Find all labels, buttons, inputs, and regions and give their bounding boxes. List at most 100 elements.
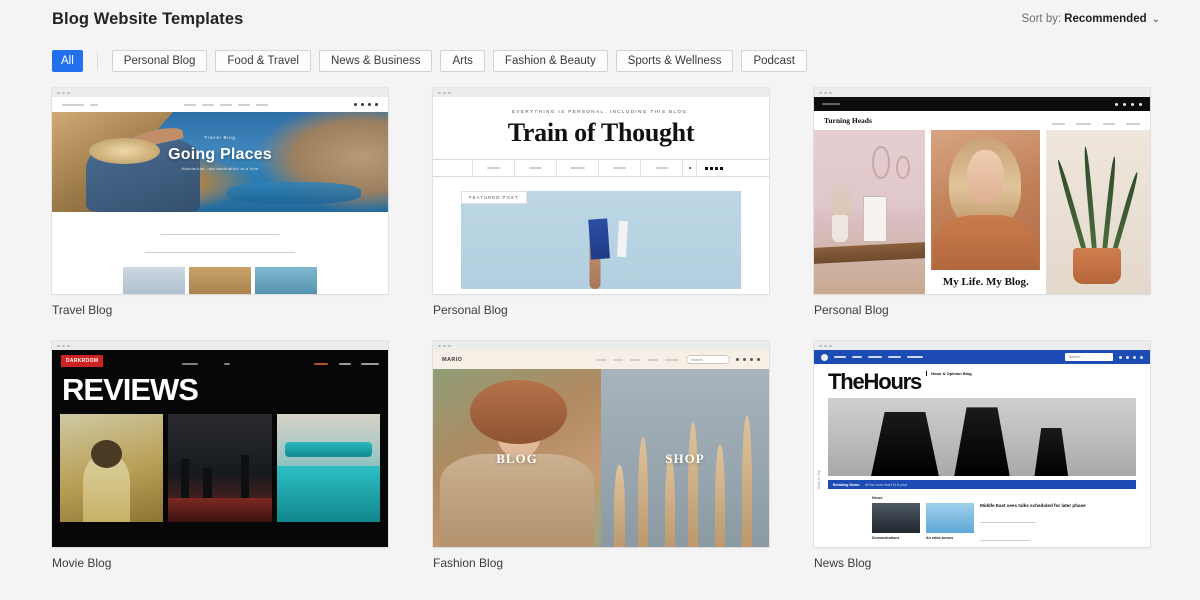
preview-search-input[interactable]: Search...	[1065, 353, 1113, 361]
preview-logo: Turning Heads	[824, 116, 872, 125]
template-thumbnail-the-hours[interactable]: Search... TheHours News & Opinion Blog B…	[814, 341, 1150, 547]
preview-nav-links	[308, 352, 379, 370]
preview-body: DARKROOM REVIEWS	[52, 350, 388, 547]
template-card[interactable]: DARKROOM REVIEWS Movie Blog	[52, 341, 388, 570]
page-title: Blog Website Templates	[52, 10, 244, 28]
preview-navbar: DARKROOM	[52, 350, 388, 372]
hero-image-going-places: Travel Blog Going Places Wanderlust, one…	[52, 112, 388, 212]
preview-logo: DARKROOM	[61, 355, 104, 367]
preview-masthead: Train of Thought	[507, 118, 695, 147]
preview-nav-right: Search...	[1065, 353, 1143, 361]
hero-subheading: Wanderlust, one destination at a time	[181, 166, 259, 171]
preview-news-subheadline: Air raids across	[926, 536, 954, 540]
preview-news-grid: Demonstrations Air raids across Middle E…	[814, 500, 1150, 546]
template-grid: Travel Blog Going Places Wanderlust, one…	[52, 88, 1150, 570]
preview-logo: MARIO	[442, 356, 463, 363]
filter-chip-sports-wellness[interactable]: Sports & Wellness	[615, 50, 734, 72]
page-header: Blog Website Templates Sort by: Recommend…	[0, 0, 1200, 44]
featured-post-label: FEATURED POST	[461, 191, 527, 204]
filter-chip-news-business[interactable]: News & Business	[318, 50, 433, 72]
preview-side-text: Back to Top	[817, 470, 821, 489]
preview-body: Travel Blog Going Places Wanderlust, one…	[52, 97, 388, 294]
filter-chip-personal-blog[interactable]: Personal Blog	[111, 50, 208, 72]
browser-chrome-bar	[814, 88, 1150, 97]
preview-masthead: TheHours	[828, 369, 922, 394]
filter-chip-all[interactable]: All	[52, 50, 83, 72]
preview-hero-shop: SHOP	[601, 369, 769, 547]
preview-photo-portrait: My Life. My Blog.	[931, 130, 1041, 294]
preview-navbar	[433, 159, 769, 177]
browser-chrome-bar	[433, 88, 769, 97]
preview-heading: REVIEWS	[62, 372, 199, 407]
browser-chrome-bar	[52, 341, 388, 350]
sort-by-value: Recommended	[1064, 13, 1147, 25]
filter-chip-food-travel[interactable]: Food & Travel	[215, 50, 311, 72]
sort-by-control[interactable]: Sort by: Recommended ⌄	[1022, 13, 1160, 25]
preview-body: Search... TheHours News & Opinion Blog B…	[814, 350, 1150, 547]
template-thumbnail-fashion[interactable]: MARIO Search... BLOG SHOP	[433, 341, 769, 547]
template-thumbnail-movie-reviews[interactable]: DARKROOM REVIEWS	[52, 341, 388, 547]
preview-masthead-block: TheHours News & Opinion Blog	[814, 364, 1150, 398]
preview-content: EVERYTHING IS PERSONAL. INCLUDING THIS B…	[433, 97, 769, 294]
preview-body: EVERYTHING IS PERSONAL. INCLUDING THIS B…	[433, 97, 769, 294]
featured-post-image	[461, 191, 741, 289]
featured-post-block: FEATURED POST	[461, 191, 741, 289]
preview-thumb	[60, 414, 164, 522]
template-card[interactable]: Travel Blog Going Places Wanderlust, one…	[52, 88, 388, 317]
preview-search-input[interactable]: Search...	[686, 355, 730, 364]
sort-by-label: Sort by:	[1021, 13, 1062, 25]
template-card[interactable]: Turning Heads My Life. My Blog. Personal…	[814, 88, 1150, 317]
preview-thumb: Travel	[123, 267, 185, 294]
ticker-text: All the news that's fit to print	[864, 482, 908, 487]
preview-section-label: News	[872, 495, 883, 500]
preview-thumbnail-row	[52, 405, 388, 522]
templates-page: Blog Website Templates Sort by: Recommend…	[0, 0, 1200, 600]
preview-thumb: Eat	[189, 267, 251, 294]
preview-nav-left	[821, 353, 923, 361]
preview-body: Turning Heads My Life. My Blog.	[814, 97, 1150, 294]
template-caption: Movie Blog	[52, 556, 112, 570]
browser-chrome-bar	[52, 88, 388, 97]
preview-navbar: Search...	[814, 350, 1150, 364]
template-thumbnail-train-of-thought[interactable]: EVERYTHING IS PERSONAL. INCLUDING THIS B…	[433, 88, 769, 294]
template-caption: Travel Blog	[52, 303, 113, 317]
preview-lower-section: Travel Eat Relax	[52, 212, 388, 294]
preview-navbar	[52, 97, 388, 112]
preview-news-headline: Middle East sees talks scheduled for lat…	[980, 503, 1086, 508]
browser-chrome-bar	[814, 341, 1150, 350]
filter-chip-podcast[interactable]: Podcast	[741, 50, 808, 72]
preview-split-hero: BLOG SHOP	[433, 369, 769, 547]
preview-thumb	[276, 414, 380, 522]
preview-tagline: EVERYTHING IS PERSONAL. INCLUDING THIS B…	[511, 109, 691, 114]
preview-paragraph	[52, 222, 388, 258]
preview-content: DARKROOM REVIEWS	[52, 350, 388, 547]
preview-news-thumb	[872, 503, 920, 533]
preview-thumbnail-row: Travel Eat Relax	[52, 267, 388, 294]
preview-thumb: Relax	[255, 267, 317, 294]
template-caption: News Blog	[814, 556, 872, 570]
preview-hero-blog: BLOG	[433, 369, 601, 547]
preview-news-subheadline: Demonstrations	[872, 536, 900, 540]
preview-nav-links	[1045, 112, 1140, 130]
template-caption: Personal Blog	[433, 303, 508, 317]
category-filter-bar[interactable]: All Personal Blog Food & Travel News & B…	[52, 50, 815, 72]
template-card[interactable]: EVERYTHING IS PERSONAL. INCLUDING THIS B…	[433, 88, 769, 317]
preview-photo-plant	[1046, 130, 1150, 294]
preview-photo-grid: My Life. My Blog.	[814, 130, 1150, 294]
preview-photo-desk	[814, 130, 926, 294]
template-card[interactable]: Search... TheHours News & Opinion Blog B…	[814, 341, 1150, 570]
chevron-down-icon[interactable]: ⌄	[1152, 14, 1160, 25]
preview-hero-label-shop: SHOP	[665, 450, 705, 466]
hero-eyebrow: Travel Blog	[204, 135, 236, 140]
template-caption: Personal Blog	[814, 303, 889, 317]
preview-social-icons	[696, 159, 730, 177]
filter-chip-arts[interactable]: Arts	[440, 50, 485, 72]
template-thumbnail-travel[interactable]: Travel Blog Going Places Wanderlust, one…	[52, 88, 388, 294]
preview-tagline: News & Opinion Blog	[926, 371, 972, 376]
preview-navbar: Turning Heads	[814, 111, 1150, 130]
template-card[interactable]: MARIO Search... BLOG SHOP Fashion Blog	[433, 341, 769, 570]
filter-chip-fashion-beauty[interactable]: Fashion & Beauty	[492, 50, 608, 72]
preview-hero-label-blog: BLOG	[496, 450, 538, 466]
template-thumbnail-turning-heads[interactable]: Turning Heads My Life. My Blog.	[814, 88, 1150, 294]
preview-topbar	[814, 97, 1150, 111]
